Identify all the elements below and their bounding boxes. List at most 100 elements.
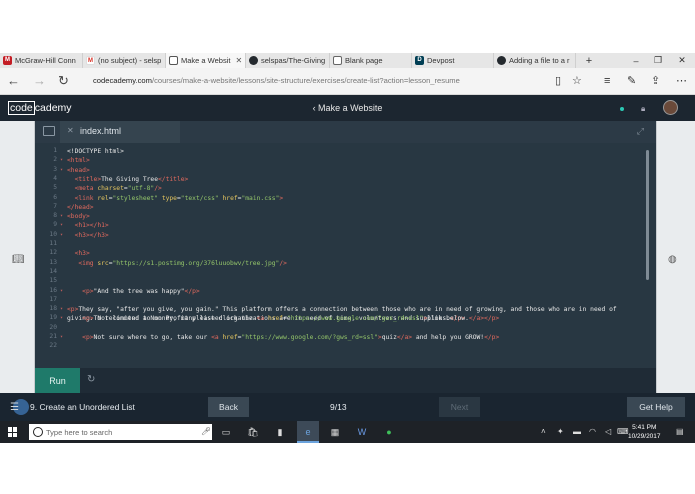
close-tab-icon[interactable]: ✕ bbox=[235, 56, 242, 65]
taskbar-clock[interactable]: 5:41 PM 10/29/2017 bbox=[628, 423, 661, 441]
lock-icon[interactable]: 🔒︎ bbox=[641, 104, 645, 114]
photos-icon[interactable]: ▦ bbox=[329, 426, 341, 438]
globe-icon[interactable]: ◍ bbox=[668, 254, 677, 265]
line-number: 8 bbox=[53, 212, 57, 220]
refresh-icon[interactable]: ↻ bbox=[58, 74, 69, 88]
editor-file-bar: ✕ index.html ⤢ bbox=[35, 121, 656, 143]
web-note-icon[interactable]: ✎ bbox=[627, 74, 636, 88]
menu-icon[interactable]: ☰ bbox=[10, 402, 19, 413]
fold-arrow-icon[interactable]: ▾ bbox=[60, 288, 63, 294]
fold-arrow-icon[interactable]: ▾ bbox=[60, 157, 63, 163]
browser-tab-mcgraw-hill[interactable]: M McGraw-Hill Conn bbox=[0, 53, 83, 68]
restore-icon[interactable]: ❐ bbox=[647, 53, 669, 68]
microphone-icon[interactable]: 🎤︎ bbox=[201, 427, 211, 436]
browser-tab-devpost[interactable]: D Devpost bbox=[412, 53, 494, 68]
code-line[interactable]: <title>The Giving Tree</title> bbox=[67, 175, 632, 184]
fold-arrow-icon[interactable]: ▾ bbox=[60, 222, 63, 228]
volume-icon[interactable]: ◁ bbox=[605, 427, 611, 436]
new-tab-icon[interactable]: + bbox=[578, 53, 600, 68]
more-icon[interactable]: ⋯ bbox=[676, 74, 687, 88]
code-line[interactable]: <img src="https://s1.postimg.org/376luuo… bbox=[67, 259, 632, 268]
hub-icon[interactable]: ≡ bbox=[604, 74, 610, 88]
line-number: 16 bbox=[49, 286, 57, 294]
gmail-icon: M bbox=[86, 56, 95, 65]
notifications-icon[interactable]: ▤ bbox=[676, 427, 684, 436]
reading-view-icon[interactable]: ▯ bbox=[555, 74, 561, 88]
browser-tab-gmail[interactable]: M (no subject) - selsp bbox=[83, 53, 166, 68]
code-line[interactable]: <!DOCTYPE html> bbox=[67, 147, 632, 156]
share-icon[interactable]: ⇪ bbox=[651, 74, 660, 88]
fold-arrow-icon[interactable]: ▾ bbox=[60, 167, 63, 173]
favorite-star-icon[interactable]: ☆ bbox=[572, 74, 582, 88]
get-help-button[interactable]: Get Help bbox=[627, 397, 685, 417]
page-icon bbox=[333, 56, 342, 65]
code-line[interactable]: <p>Not sure where to go, take our <a hre… bbox=[67, 333, 632, 342]
dropbox-icon[interactable]: ✦ bbox=[557, 427, 564, 436]
word-icon[interactable]: W bbox=[356, 426, 368, 438]
taskbar-search-box[interactable]: Type here to search 🎤︎ bbox=[29, 424, 212, 440]
tab-title: Make a Websit bbox=[181, 56, 231, 65]
wifi-icon[interactable]: ◠ bbox=[589, 427, 596, 436]
run-bar: Run ↻ bbox=[35, 368, 656, 393]
lesson-panel-collapsed[interactable]: 📖︎ bbox=[0, 121, 35, 393]
task-view-icon[interactable]: ▭ bbox=[220, 426, 232, 438]
folder-icon[interactable] bbox=[43, 126, 55, 136]
avatar[interactable] bbox=[663, 100, 678, 115]
line-number: 20 bbox=[49, 323, 57, 331]
fold-arrow-icon[interactable]: ▾ bbox=[60, 232, 63, 238]
code-editor[interactable]: 1 <!DOCTYPE html> 2 ▾ <html> 3 ▾ <head> 4 <title… bbox=[35, 143, 656, 368]
course-title-link[interactable]: ‹ Make a Website bbox=[0, 103, 695, 113]
book-icon[interactable]: 📖︎ bbox=[12, 254, 25, 265]
fold-arrow-icon[interactable]: ▾ bbox=[60, 306, 63, 312]
close-window-icon[interactable]: ✕ bbox=[671, 53, 693, 68]
browser-tab-github-adding[interactable]: Adding a file to a r bbox=[494, 53, 576, 68]
fold-arrow-icon[interactable]: ▾ bbox=[60, 334, 63, 340]
editor-scrollbar[interactable] bbox=[646, 150, 649, 280]
code-line[interactable]: <body> bbox=[67, 212, 632, 221]
tab-title: (no subject) - selsp bbox=[98, 56, 162, 65]
file-tab[interactable]: ✕ index.html bbox=[60, 121, 180, 143]
windows-start-icon[interactable] bbox=[8, 427, 18, 437]
browser-tab-make-a-website[interactable]: Make a Websit ✕ bbox=[166, 53, 246, 68]
search-placeholder: Type here to search bbox=[46, 428, 113, 437]
minimize-icon[interactable]: – bbox=[625, 53, 647, 68]
fold-arrow-icon[interactable]: ▾ bbox=[60, 213, 63, 219]
expand-icon[interactable]: ⤢ bbox=[637, 126, 644, 137]
code-line[interactable]: <p>"And the tree was happy"</p> bbox=[67, 287, 632, 296]
code-line[interactable]: <link rel="stylesheet" type="text/css" h… bbox=[67, 194, 632, 203]
code-line[interactable]: <h1></h1> bbox=[67, 221, 632, 230]
file-icon[interactable]: ▮ bbox=[274, 426, 286, 438]
browser-tab-github-giving[interactable]: selspas/The-Giving bbox=[246, 53, 330, 68]
browser-tab-blank-page[interactable]: Blank page bbox=[330, 53, 412, 68]
next-button[interactable]: Next bbox=[439, 397, 480, 417]
code-line[interactable]: <head> bbox=[67, 166, 632, 175]
fold-arrow-icon[interactable]: ▾ bbox=[60, 315, 63, 321]
store-icon[interactable]: 🛍︎ bbox=[247, 426, 259, 438]
code-line[interactable]: <p>To recommend a Non Profit please clic… bbox=[67, 314, 632, 323]
progress-counter: 9/13 bbox=[330, 402, 347, 412]
line-number: 17 bbox=[49, 295, 57, 303]
reset-icon[interactable]: ↻ bbox=[87, 374, 95, 385]
back-button[interactable]: Back bbox=[208, 397, 249, 417]
preview-panel-collapsed[interactable]: ◍ bbox=[656, 121, 695, 393]
battery-icon[interactable]: ▬ bbox=[573, 427, 581, 436]
code-line[interactable]: <h3> bbox=[67, 249, 632, 258]
code-line[interactable]: <h3></h3> bbox=[67, 231, 632, 240]
line-number: 21 bbox=[49, 333, 57, 340]
keyboard-icon[interactable]: ⌨ bbox=[617, 427, 629, 436]
run-button[interactable]: Run bbox=[35, 368, 80, 393]
code-line[interactable]: <meta charset="utf-8"/> bbox=[67, 184, 632, 193]
back-arrow-icon[interactable]: ← bbox=[7, 74, 20, 88]
forward-arrow-icon[interactable]: → bbox=[33, 74, 46, 88]
chrome-icon[interactable]: ● bbox=[383, 426, 395, 438]
page-icon bbox=[169, 56, 178, 65]
code-line[interactable]: </head> bbox=[67, 203, 632, 212]
line-number: 3 bbox=[53, 165, 57, 173]
browser-tab-strip: M McGraw-Hill Conn M (no subject) - sels… bbox=[0, 53, 695, 68]
url-field[interactable]: codecademy.com/courses/make-a-website/le… bbox=[93, 76, 460, 85]
code-line[interactable]: <html> bbox=[67, 156, 632, 165]
close-file-icon[interactable]: ✕ bbox=[67, 126, 74, 135]
devpost-icon: D bbox=[415, 56, 424, 65]
lesson-title[interactable]: 9. Create an Unordered List bbox=[30, 402, 135, 412]
chevron-up-icon[interactable]: ˄ bbox=[541, 427, 546, 436]
